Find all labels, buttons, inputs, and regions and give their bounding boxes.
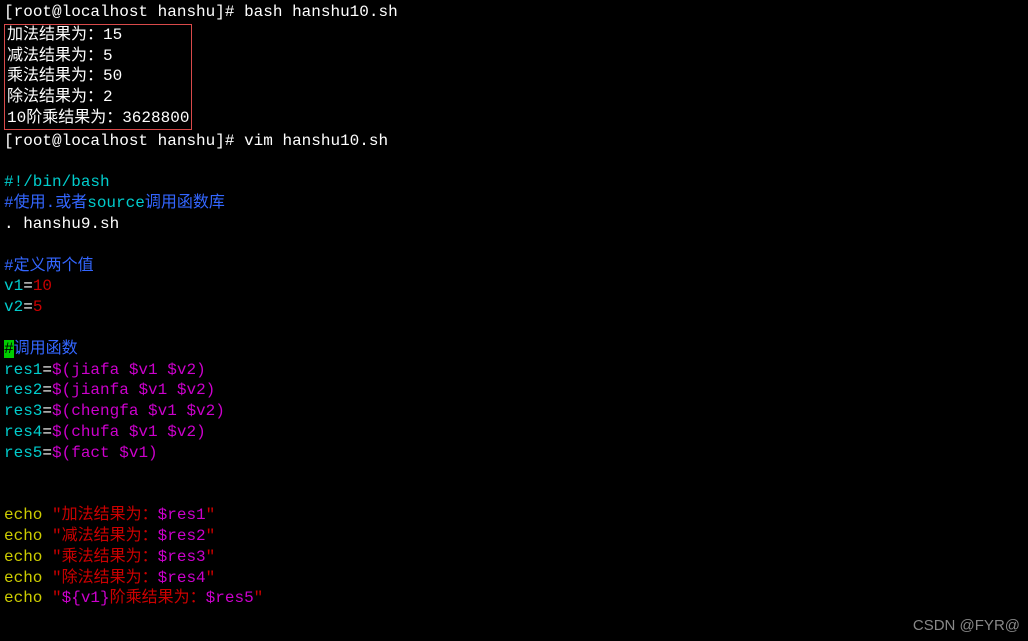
- output-line-5: 10阶乘结果为：3628800: [7, 108, 189, 129]
- assign-res3: res3=$(chengfa $v1 $v2): [4, 401, 1024, 422]
- echo-2: echo "减法结果为：$res2": [4, 526, 1024, 547]
- comment-3: #调用函数: [4, 339, 1024, 360]
- command-1: bash hanshu10.sh: [244, 3, 398, 21]
- assign-v1: v1=10: [4, 276, 1024, 297]
- assign-res4: res4=$(chufa $v1 $v2): [4, 422, 1024, 443]
- comment-2: #定义两个值: [4, 256, 1024, 277]
- echo-1: echo "加法结果为：$res1": [4, 505, 1024, 526]
- output-line-2: 减法结果为：5: [7, 46, 189, 67]
- echo-5: echo "${v1}阶乘结果为：$res5": [4, 588, 1024, 609]
- source-line: . hanshu9.sh: [4, 214, 1024, 235]
- watermark: CSDN @FYR@: [913, 616, 1020, 636]
- output-highlight-box: 加法结果为：15 减法结果为：5 乘法结果为：50 除法结果为：2 10阶乘结果…: [4, 24, 192, 130]
- prompt-line-1: [root@localhost hanshu]# bash hanshu10.s…: [4, 2, 1024, 23]
- assign-res2: res2=$(jianfa $v1 $v2): [4, 380, 1024, 401]
- command-2: vim hanshu10.sh: [244, 132, 388, 150]
- assign-res5: res5=$(fact $v1): [4, 443, 1024, 464]
- comment-1: #使用.或者source调用函数库: [4, 193, 1024, 214]
- prompt-line-2: [root@localhost hanshu]# vim hanshu10.sh: [4, 131, 1024, 152]
- echo-3: echo "乘法结果为：$res3": [4, 547, 1024, 568]
- output-line-4: 除法结果为：2: [7, 87, 189, 108]
- output-line-1: 加法结果为：15: [7, 25, 189, 46]
- shebang-line: #!/bin/bash: [4, 172, 1024, 193]
- output-line-3: 乘法结果为：50: [7, 66, 189, 87]
- echo-4: echo "除法结果为：$res4": [4, 568, 1024, 589]
- assign-res1: res1=$(jiafa $v1 $v2): [4, 360, 1024, 381]
- assign-v2: v2=5: [4, 297, 1024, 318]
- cursor-position: #: [4, 340, 14, 358]
